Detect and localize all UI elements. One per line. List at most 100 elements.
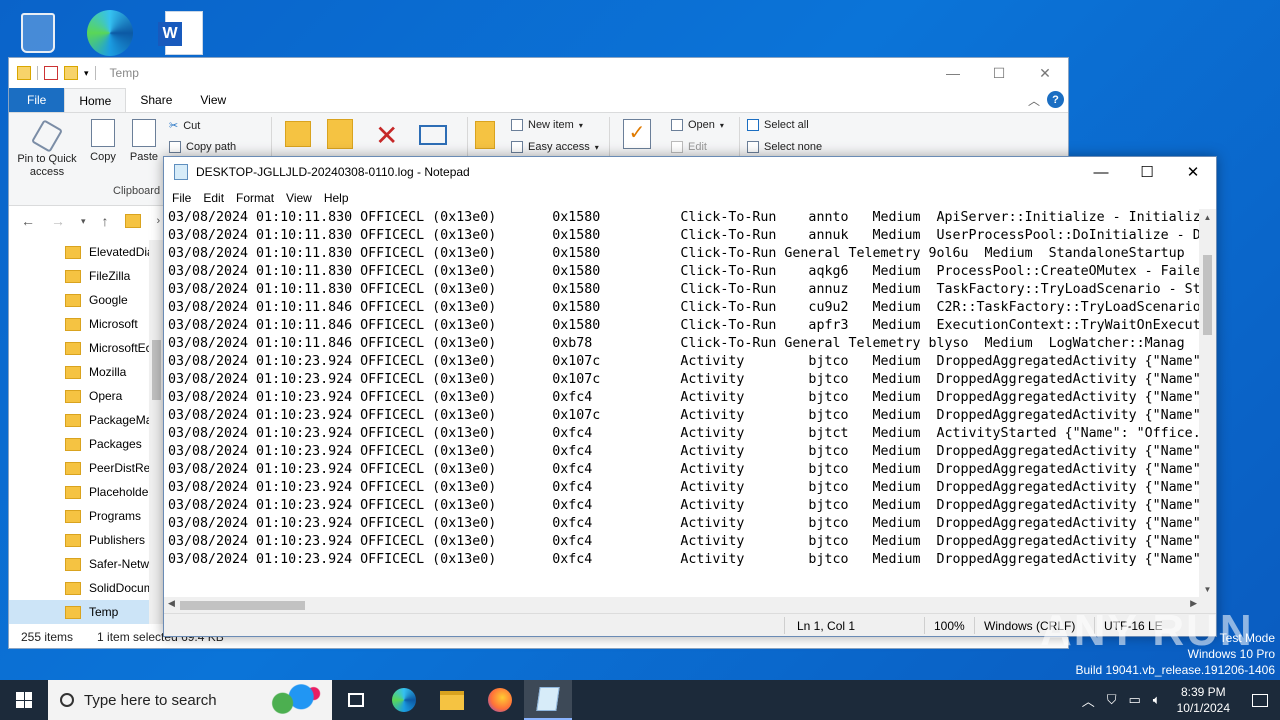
open-button[interactable]: Open ▾ xyxy=(671,119,724,131)
paste-button[interactable]: Paste xyxy=(127,119,161,164)
menu-edit[interactable]: Edit xyxy=(197,191,230,205)
nav-item-label: Temp xyxy=(89,605,119,619)
folder-icon xyxy=(65,341,81,355)
chevron-down-icon: ▾ xyxy=(594,142,599,152)
taskbar-edge[interactable] xyxy=(380,680,428,720)
nav-item[interactable]: ElevatedDia xyxy=(9,240,164,264)
paste-icon xyxy=(132,119,156,147)
scroll-left-icon[interactable]: ◀ xyxy=(168,598,175,609)
taskbar-file-explorer[interactable] xyxy=(428,680,476,720)
log-line: 03/08/2024 01:10:23.924 OFFICECL (0x13e0… xyxy=(168,462,1201,477)
rename-icon[interactable] xyxy=(419,125,447,145)
nav-item[interactable]: SolidDocum xyxy=(9,576,164,600)
nav-item[interactable]: Safer-Netwo xyxy=(9,552,164,576)
nav-item-label: Microsoft xyxy=(89,317,138,331)
nav-item[interactable]: PackageMa xyxy=(9,408,164,432)
menu-help[interactable]: Help xyxy=(318,191,355,205)
properties-icon[interactable] xyxy=(44,66,58,80)
open-label: Open xyxy=(688,119,715,131)
nav-item[interactable]: Microsoft xyxy=(9,312,164,336)
tab-view[interactable]: View xyxy=(186,88,240,112)
task-view-button[interactable] xyxy=(332,680,380,720)
file-explorer-icon xyxy=(440,690,464,710)
easy-access-icon xyxy=(511,141,523,153)
scroll-thumb[interactable] xyxy=(1203,255,1212,335)
nav-item[interactable]: Placeholder xyxy=(9,480,164,504)
scroll-down-icon[interactable]: ▼ xyxy=(1199,581,1216,597)
folder-icon xyxy=(124,214,141,228)
tab-file[interactable]: File xyxy=(9,88,65,112)
cut-button[interactable]: ✂ Cut xyxy=(169,119,200,133)
pin-quick-access-button[interactable]: Pin to Quick access xyxy=(15,119,79,179)
nav-item[interactable]: Mozilla xyxy=(9,360,164,384)
nav-item-label: MicrosoftEc xyxy=(89,341,152,355)
menu-format[interactable]: Format xyxy=(230,191,280,205)
edit-button[interactable]: Edit xyxy=(671,141,707,153)
maximize-button[interactable]: ☐ xyxy=(1124,157,1170,187)
vertical-scrollbar[interactable]: ▲ ▼ xyxy=(1199,209,1216,597)
minimize-button[interactable]: — xyxy=(1078,157,1124,187)
copy-to-icon[interactable] xyxy=(327,119,353,149)
collapse-ribbon-icon[interactable]: ︿ xyxy=(1028,92,1040,109)
nav-item[interactable]: MicrosoftEc xyxy=(9,336,164,360)
taskbar-search[interactable]: Type here to search xyxy=(48,680,332,720)
new-item-button[interactable]: New item ▾ xyxy=(511,119,583,131)
copy-path-button[interactable]: Copy path xyxy=(169,141,236,153)
folder-icon xyxy=(65,389,81,403)
nav-item-label: Publishers xyxy=(89,533,146,547)
up-icon[interactable]: ↑ xyxy=(102,213,109,229)
new-folder-icon[interactable] xyxy=(64,66,78,80)
chevron-down-icon[interactable]: ▾ xyxy=(84,68,89,79)
nav-item[interactable]: Packages xyxy=(9,432,164,456)
notepad-window: DESKTOP-JGLLJLD-20240308-0110.log - Note… xyxy=(163,156,1217,637)
taskbar-notepad[interactable] xyxy=(524,680,572,720)
notepad-text-area[interactable]: 03/08/2024 01:10:11.830 OFFICECL (0x13e0… xyxy=(164,209,1201,597)
close-button[interactable]: ✕ xyxy=(1022,58,1068,88)
new-folder-icon[interactable] xyxy=(475,121,495,149)
properties-checkmark-icon[interactable]: ✓ xyxy=(623,119,651,149)
tab-share[interactable]: Share xyxy=(126,88,186,112)
back-icon[interactable]: ← xyxy=(21,213,35,229)
notification-button[interactable] xyxy=(1240,680,1280,720)
test-mode-label: Test Mode xyxy=(1219,631,1275,645)
security-icon[interactable]: ⛉ xyxy=(1101,692,1123,708)
log-line: 03/08/2024 01:10:11.846 OFFICECL (0x13e0… xyxy=(168,300,1201,315)
recycle-bin-icon[interactable] xyxy=(10,6,66,60)
clock[interactable]: 8:39 PM 10/1/2024 xyxy=(1167,684,1240,716)
nav-item[interactable]: Programs xyxy=(9,504,164,528)
close-button[interactable]: ✕ xyxy=(1170,157,1216,187)
copy-button[interactable]: Copy xyxy=(87,119,119,164)
select-all-button[interactable]: Select all xyxy=(747,119,809,131)
nav-scrollbar[interactable] xyxy=(149,240,164,624)
nav-item-label: Safer-Netwo xyxy=(89,557,156,571)
nav-item[interactable]: PeerDistRep xyxy=(9,456,164,480)
tab-home[interactable]: Home xyxy=(64,88,127,112)
maximize-button[interactable]: ☐ xyxy=(976,58,1022,88)
nav-item[interactable]: FileZilla xyxy=(9,264,164,288)
taskbar-firefox[interactable] xyxy=(476,680,524,720)
nav-item[interactable]: Google xyxy=(9,288,164,312)
word-desktop-icon[interactable] xyxy=(156,6,212,60)
chevron-up-icon[interactable]: ︿ xyxy=(1076,691,1101,710)
folder-icon xyxy=(65,413,81,427)
menu-file[interactable]: File xyxy=(166,191,197,205)
scroll-up-icon[interactable]: ▲ xyxy=(1199,209,1216,225)
nav-item[interactable]: Publishers xyxy=(9,528,164,552)
delete-icon[interactable]: ✕ xyxy=(375,119,398,152)
easy-access-button[interactable]: Easy access ▾ xyxy=(511,141,599,153)
log-line: 03/08/2024 01:10:11.846 OFFICECL (0x13e0… xyxy=(168,336,1185,351)
nav-item-temp[interactable]: Temp xyxy=(9,600,164,624)
network-icon[interactable]: ▭ xyxy=(1123,692,1147,708)
minimize-button[interactable]: — xyxy=(930,58,976,88)
volume-icon[interactable]: 🔈︎ xyxy=(1147,692,1167,708)
select-none-button[interactable]: Select none xyxy=(747,141,822,153)
help-icon[interactable]: ? xyxy=(1047,91,1064,108)
nav-item[interactable]: Opera xyxy=(9,384,164,408)
edge-desktop-icon[interactable] xyxy=(82,6,138,60)
move-to-icon[interactable] xyxy=(285,121,311,147)
forward-icon[interactable]: → xyxy=(51,213,65,229)
chevron-down-icon[interactable]: ▾ xyxy=(81,216,86,227)
menu-view[interactable]: View xyxy=(280,191,318,205)
scroll-thumb[interactable] xyxy=(180,601,305,610)
start-button[interactable] xyxy=(0,680,48,720)
